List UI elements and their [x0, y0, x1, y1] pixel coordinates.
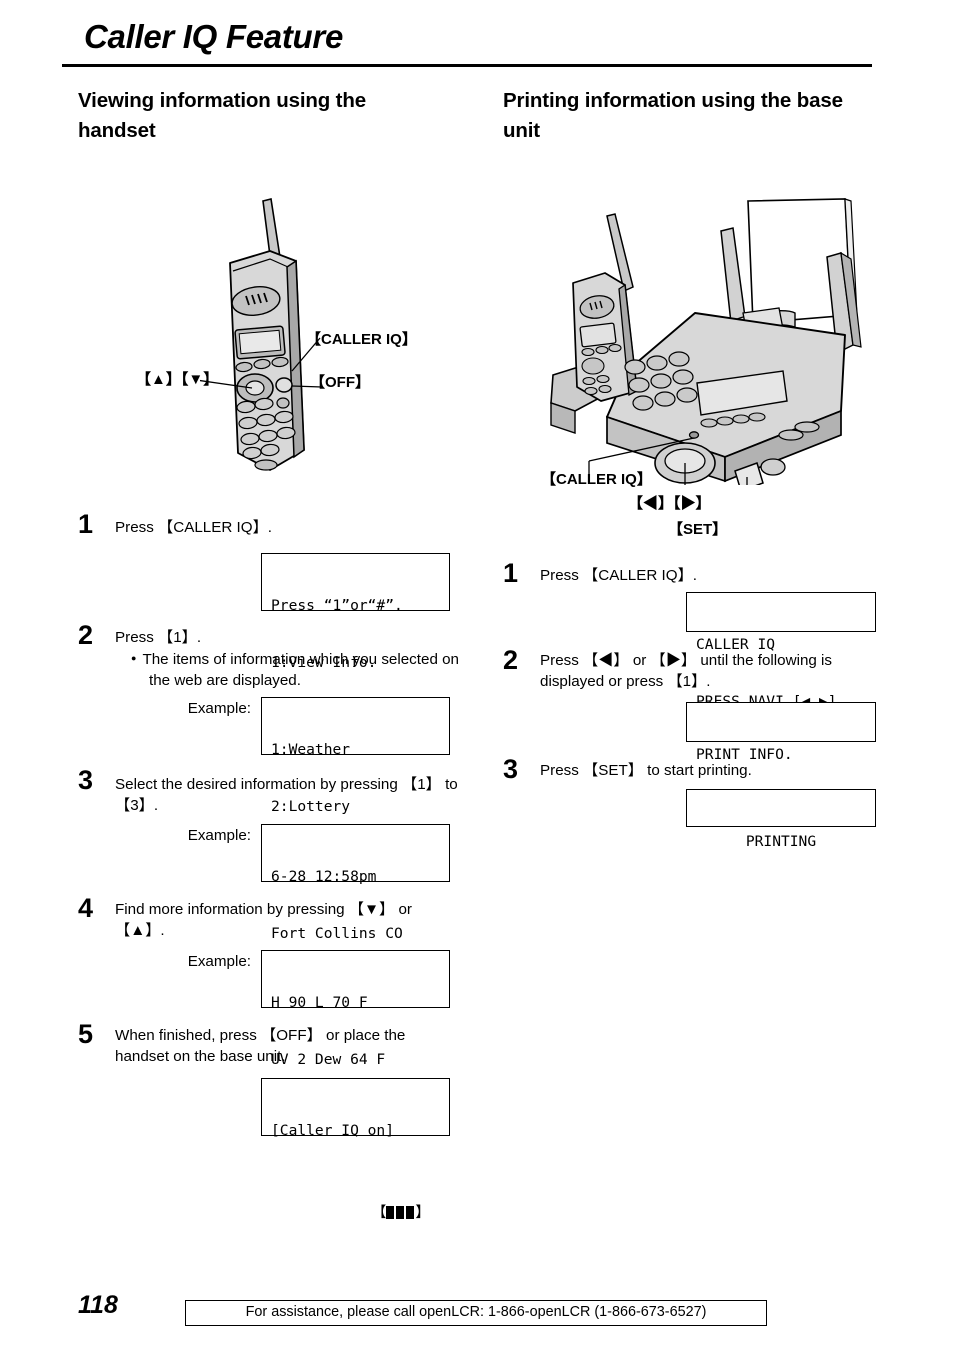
title-divider	[62, 64, 872, 67]
callout-base-caller-iq: 【CALLER IQ】	[541, 468, 652, 489]
lcd-line: PRINTING	[745, 832, 817, 850]
lcd-right-3: PRINTING	[686, 789, 876, 850]
battery-indicator: 【】	[271, 1185, 449, 1242]
lcd-right-1: CALLER IQ PRESS NAVI.[◀ ▶]	[686, 592, 876, 710]
footer-assistance-note: For assistance, please call openLCR: 1-8…	[185, 1300, 767, 1326]
step-text-left-5: When finished, press 【OFF】 or place the …	[115, 1027, 406, 1065]
step-number-right-2: 2	[503, 645, 519, 675]
lcd-right-2: PRINT INFO. PRESS SET	[686, 702, 876, 820]
callout-label: 【◀】【▶】	[628, 495, 711, 512]
lcd-left-5: [Caller IQ on] 【】	[261, 1078, 450, 1221]
step-number-left-2: 2	[78, 620, 94, 650]
callout-label: 【SET】	[668, 521, 728, 538]
step-text-left-1: Press 【CALLER IQ】.	[115, 519, 272, 536]
callout-base-set: 【SET】	[668, 518, 727, 539]
callout-label: 【CALLER IQ】	[306, 331, 417, 348]
step-text-left-2: Press 【1】.	[115, 629, 202, 646]
lcd-line: H 90 L 70 F	[271, 993, 368, 1011]
battery-full-3-bars-icon: 【】	[371, 1203, 430, 1221]
section-heading-viewing: Viewing information using the handset	[78, 89, 366, 143]
lcd-left-1: Press “1”or“#”. 1:View Info. #:Get new I…	[261, 553, 450, 728]
step-text-left-4: Find more information by pressing 【▼】 or…	[115, 901, 412, 939]
step-text-right-1: Press 【CALLER IQ】.	[540, 567, 697, 584]
fax-base-unit-illustration	[545, 195, 875, 485]
lcd-line: 6-28 12:58pm	[271, 867, 377, 885]
callout-label: 【CALLER IQ】	[541, 471, 652, 488]
lcd-left-3: 6-28 12:58pm Fort Collins CO 78 F Partly…	[261, 824, 450, 999]
example-label-left-2: Example:	[187, 700, 251, 717]
step-number-right-3: 3	[503, 754, 519, 784]
step-number-left-5: 5	[78, 1019, 94, 1049]
callout-label: 【▲】【▼】	[136, 371, 219, 388]
step-text-right-3: Press 【SET】 to start printing.	[540, 762, 752, 779]
page-title: Caller IQ Feature	[84, 18, 343, 55]
callout-label: 【OFF】	[310, 374, 370, 391]
step-number-right-1: 1	[503, 558, 519, 588]
section-heading-printing: Printing information using the base unit	[503, 89, 843, 143]
step-bullet-left-2: The items of information which you selec…	[131, 650, 459, 692]
lcd-line: 1:Weather	[271, 740, 351, 758]
step-number-left-3: 3	[78, 765, 94, 795]
step-number-left-1: 1	[78, 509, 94, 539]
callout-handset-caller-iq: 【CALLER IQ】	[306, 328, 417, 349]
lcd-left-4: H 90 L 70 F UV 2 Dew 64 F Humidity 42%	[261, 950, 450, 1125]
callout-handset-off: 【OFF】	[310, 371, 370, 392]
lcd-line: Press “1”or“#”.	[271, 596, 403, 614]
page-number: 118	[78, 1291, 118, 1319]
step-text-right-2: Press 【◀】 or 【▶】 until the following is …	[540, 652, 833, 690]
example-label-left-4: Example:	[187, 953, 251, 970]
callout-base-left-right: 【◀】【▶】	[628, 492, 711, 513]
step-number-left-4: 4	[78, 893, 94, 923]
manual-page: Caller IQ Feature Viewing information us…	[0, 0, 954, 1348]
step-text-left-3: Select the desired information by pressi…	[115, 776, 458, 814]
lcd-line: [Caller IQ on]	[271, 1121, 395, 1139]
example-label-left-3: Example:	[187, 827, 251, 844]
lcd-left-2: 1:Weather 2:Lottery 3:Stock	[261, 697, 450, 872]
callout-handset-up-down: 【▲】【▼】	[136, 368, 218, 389]
